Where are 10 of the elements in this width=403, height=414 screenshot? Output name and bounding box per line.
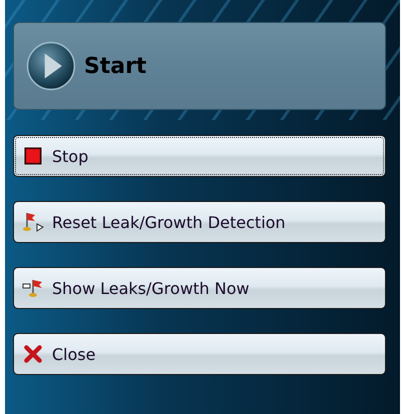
stop-square-icon [22, 145, 44, 167]
flag-icon [22, 277, 44, 299]
close-button[interactable]: Close [13, 333, 386, 375]
action-button[interactable]: Show Leaks/Growth Now [13, 267, 386, 309]
action-button[interactable]: Reset Leak/Growth Detection [13, 201, 386, 243]
start-button[interactable]: Start [13, 22, 386, 110]
action-button[interactable]: Stop [13, 135, 386, 177]
close-icon [22, 343, 44, 365]
play-icon [26, 41, 76, 91]
flag-icon [22, 211, 44, 233]
